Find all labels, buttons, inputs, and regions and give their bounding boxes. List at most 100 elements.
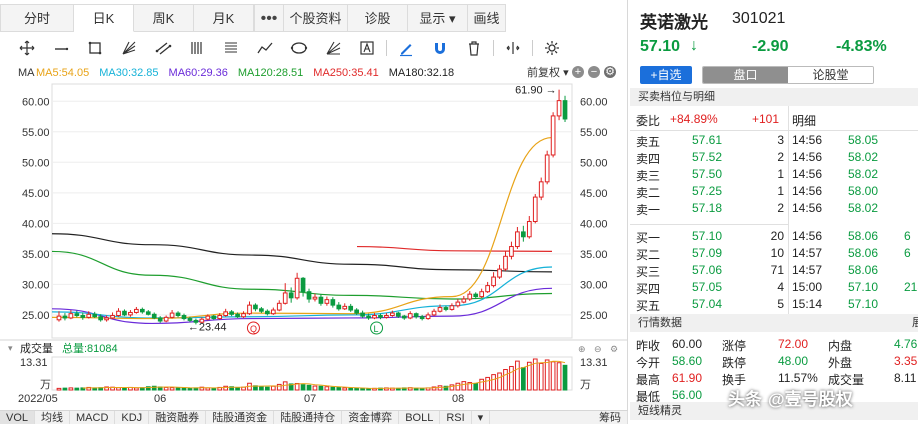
indicator-tab-11 xyxy=(490,411,593,424)
candle-body xyxy=(407,313,413,319)
indicator-tab-2[interactable]: MACD xyxy=(70,411,116,424)
tab-6[interactable]: 诊股 xyxy=(348,4,408,32)
orderbook-row[interactable]: 买四 57.05 4 xyxy=(630,279,788,296)
chart-settings-icon[interactable]: ⚙ xyxy=(604,66,616,78)
orderbook-row[interactable]: 买三 57.06 71 xyxy=(630,262,788,279)
volume-bar xyxy=(479,378,485,391)
volume-zoom-out-icon[interactable]: ⊖ xyxy=(594,344,602,354)
settings-icon[interactable] xyxy=(535,35,569,61)
adjust-dropdown[interactable]: 前复权 ▾ xyxy=(527,64,569,82)
tab-4[interactable]: ••• xyxy=(254,4,284,32)
fan-lines-icon[interactable] xyxy=(112,35,146,61)
x-tick-label: 2022/05 xyxy=(18,393,58,405)
orderbook-row[interactable]: 卖一 57.18 2 xyxy=(630,200,788,217)
magnet-icon[interactable] xyxy=(423,35,457,61)
collapse-icon[interactable]: ▾ xyxy=(8,343,13,353)
trade-detail-row: 14:56 58.00 xyxy=(792,183,918,199)
tab-8[interactable]: 画线 xyxy=(468,4,506,32)
indicator-tab-9[interactable]: RSI xyxy=(440,411,472,424)
candle-body xyxy=(80,315,86,318)
add-favorite-button[interactable]: +自选 xyxy=(640,66,692,84)
gann-fan-icon[interactable] xyxy=(316,35,350,61)
tab-7[interactable]: 显示 ▾ xyxy=(408,4,468,32)
indicator-tab-10[interactable]: ▾ xyxy=(472,411,491,424)
tab-order-book[interactable]: 盘口 xyxy=(703,67,788,83)
tab-3[interactable]: 月K xyxy=(194,4,254,32)
trade-time: 15:00 xyxy=(792,280,823,294)
y-tick-label-left: 60.00 xyxy=(22,96,50,108)
candle-body xyxy=(384,315,389,318)
tab-5[interactable]: 个股资料 xyxy=(284,4,348,32)
volume-zoom-in-icon[interactable]: ⊕ xyxy=(578,344,586,354)
resize-icon[interactable] xyxy=(496,35,530,61)
candle-body xyxy=(86,313,92,318)
indicator-tab-3[interactable]: KDJ xyxy=(115,411,150,424)
candle-body xyxy=(562,100,568,120)
candle-body xyxy=(467,293,473,300)
orderbook-row[interactable]: 买一 57.10 20 xyxy=(630,228,788,245)
volume-tick-unit: 万 xyxy=(40,379,51,391)
indicator-tab-12[interactable]: 筹码 xyxy=(593,411,628,424)
stock-code: 301021 xyxy=(732,10,786,27)
trade-detail-row: 14:56 58.05 xyxy=(792,132,918,148)
volume-bar xyxy=(324,386,330,391)
tab-2[interactable]: 周K xyxy=(134,4,194,32)
orderbook-row[interactable]: 卖四 57.52 2 xyxy=(630,149,788,166)
orderbook-row[interactable]: 买五 57.04 5 xyxy=(630,296,788,313)
volume-bar xyxy=(259,386,264,391)
ratio-value: +84.89% xyxy=(670,112,718,126)
y-tick-label-right: 35.00 xyxy=(580,249,608,261)
indicator-tab-7[interactable]: 资金博弈 xyxy=(342,411,400,424)
delete-icon[interactable] xyxy=(457,35,491,61)
zoom-out-icon[interactable]: − xyxy=(588,66,600,78)
pen-icon[interactable] xyxy=(389,35,423,61)
rectangle-icon[interactable] xyxy=(78,35,112,61)
volume-settings-icon[interactable]: ⚙ xyxy=(610,344,618,354)
indicator-tab-1[interactable]: 均线 xyxy=(35,411,71,424)
expand-label[interactable]: 展 xyxy=(912,314,918,332)
level-label: 卖二 xyxy=(636,186,661,200)
candle-body xyxy=(282,292,288,304)
y-tick-label-right: 50.00 xyxy=(580,157,608,169)
candle-body xyxy=(544,154,550,183)
indicator-tab-0[interactable]: VOL xyxy=(0,411,36,424)
market-label: 昨收 xyxy=(636,339,661,353)
candle-body xyxy=(175,312,181,317)
candle-body xyxy=(491,276,496,287)
market-value: 72.00 xyxy=(778,337,809,351)
volume-bar xyxy=(419,387,425,391)
ratio-diff: +101 xyxy=(752,112,780,126)
vertical-lines-icon[interactable] xyxy=(180,35,214,61)
market-row: 今开 58.60 跌停 48.00 外盘 3.35 xyxy=(630,353,918,370)
orderbook-row[interactable]: 卖二 57.25 1 xyxy=(630,183,788,200)
zoom-in-icon[interactable]: + xyxy=(572,66,584,78)
trade-detail-row: 15:00 57.10 213 xyxy=(792,279,918,295)
crosshair-icon[interactable] xyxy=(10,35,44,61)
indicator-tab-4[interactable]: 融资融券 xyxy=(149,411,207,424)
orderbook-row[interactable]: 卖五 57.61 3 xyxy=(630,132,788,149)
y-tick-label-right: 55.00 xyxy=(580,127,608,139)
tab-0[interactable]: 分时 xyxy=(0,4,74,32)
orderbook-row[interactable]: 卖三 57.50 1 xyxy=(630,166,788,183)
parallel-lines-icon[interactable] xyxy=(146,35,180,61)
indicator-tab-6[interactable]: 陆股通持仓 xyxy=(274,411,343,424)
polyline-icon[interactable] xyxy=(248,35,282,61)
ellipse-icon[interactable] xyxy=(282,35,316,61)
level-price: 57.52 xyxy=(692,150,723,164)
level-label: 卖五 xyxy=(636,135,661,149)
indicator-tab-8[interactable]: BOLL xyxy=(399,411,441,424)
volume-bar xyxy=(342,387,348,391)
horizontal-lines-icon[interactable] xyxy=(214,35,248,61)
market-value: 4.76 xyxy=(894,337,918,351)
candle-body xyxy=(515,231,520,248)
horizontal-line-icon[interactable] xyxy=(44,35,78,61)
kline-chart[interactable]: 60.00 60.00 55.00 55.00 50.00 50.00 45.00 45.00… xyxy=(0,82,628,424)
tab-1[interactable]: 日K xyxy=(74,4,134,32)
tab-forum[interactable]: 论股堂 xyxy=(788,67,873,83)
text-icon[interactable] xyxy=(350,35,384,61)
ma-legend-item: MA30:32.85 xyxy=(99,67,159,79)
volume-bar xyxy=(455,382,461,391)
volume-bar xyxy=(544,359,550,391)
orderbook-row[interactable]: 买二 57.09 10 xyxy=(630,245,788,262)
indicator-tab-5[interactable]: 陆股通资金 xyxy=(206,411,275,424)
